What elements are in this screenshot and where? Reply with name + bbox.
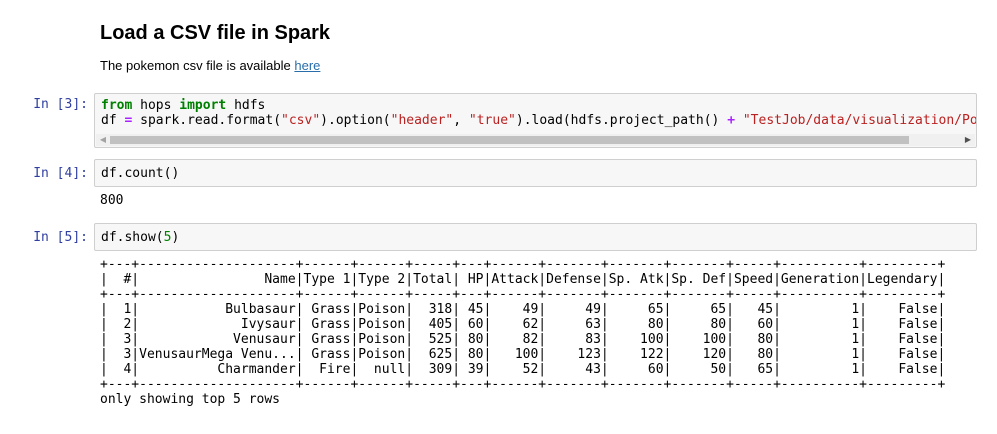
code-line: df.count() [101, 166, 179, 181]
code-token: df [101, 113, 125, 128]
horizontal-scrollbar[interactable]: ◀ ▶ [96, 134, 975, 146]
code-token: "header" [390, 113, 454, 128]
code-token: hops [132, 98, 180, 113]
code-token: hdfs [226, 98, 266, 113]
code-token: ).option( [320, 113, 391, 128]
code-cell-input[interactable]: df.count() [94, 159, 977, 187]
scroll-left-arrow-icon[interactable]: ◀ [98, 134, 108, 146]
code-cell-input[interactable]: df.show(5) [94, 223, 977, 251]
scroll-right-arrow-icon[interactable]: ▶ [963, 134, 973, 146]
code-line: df.show(5) [101, 230, 179, 245]
code-token: "csv" [281, 113, 321, 128]
markdown-paragraph: The pokemon csv file is available here [100, 58, 320, 73]
code-token: , [453, 113, 469, 128]
cell-output: 800 [100, 193, 124, 208]
code-line: df = spark.read.format("csv").option("he… [101, 113, 977, 128]
code-token: df.count() [101, 166, 180, 181]
code-token: import [179, 98, 227, 113]
code-cell-input[interactable]: from hops import hdfs df = spark.read.fo… [94, 93, 977, 148]
code-token: "TestJob/data/visualization/Pokemon.csv" [742, 113, 977, 128]
code-token: spark.read.format( [132, 113, 282, 128]
code-line: from hops import hdfs [101, 98, 265, 113]
code-token: ) [171, 230, 180, 245]
scrollbar-thumb[interactable] [110, 136, 909, 144]
csv-link[interactable]: here [294, 58, 320, 73]
code-token: + [727, 113, 736, 128]
cell-prompt: In [5]: [33, 230, 88, 245]
section-heading: Load a CSV file in Spark [100, 22, 331, 44]
code-token: df.show( [101, 230, 164, 245]
code-token: "true" [468, 113, 516, 128]
cell-prompt: In [3]: [33, 97, 88, 112]
dataframe-output: +---+--------------------+------+------+… [100, 257, 946, 407]
code-token: from [101, 98, 133, 113]
paragraph-text: The pokemon csv file is available [100, 58, 295, 73]
cell-prompt: In [4]: [33, 166, 88, 181]
code-token: ).load(hdfs.project_path() [515, 113, 728, 128]
